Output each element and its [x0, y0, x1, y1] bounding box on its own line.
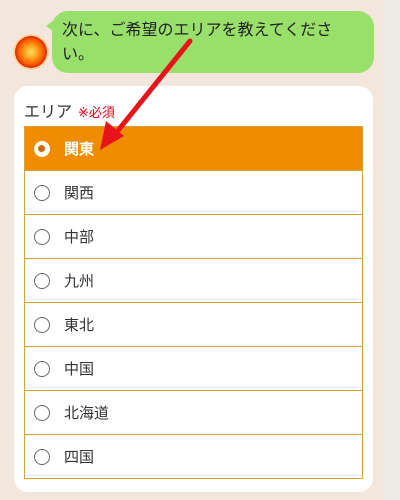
radio-button-icon[interactable] [34, 272, 50, 289]
chat-message-text: 次に、ご希望のエリアを教えてください。 [62, 20, 333, 63]
radio-button-icon[interactable] [34, 404, 50, 421]
option-label: 北海道 [64, 404, 110, 422]
right-edge-strip [384, 0, 400, 500]
option-label: 中部 [64, 228, 95, 246]
radio-button-icon[interactable] [34, 184, 50, 201]
option-label: 中国 [64, 360, 95, 378]
required-mark: ※必須 [78, 106, 115, 121]
radio-button-icon[interactable] [34, 228, 50, 245]
area-option-chugoku[interactable]: 中国 [24, 347, 363, 391]
option-label: 関西 [64, 184, 95, 202]
area-option-kyushu[interactable]: 九州 [24, 259, 363, 303]
option-label: 関東 [64, 140, 95, 158]
area-radio-group: 関東 関西 中部 九州 東北 中国 北海道 四国 [24, 126, 363, 479]
area-option-hokkaido[interactable]: 北海道 [24, 391, 363, 435]
option-label: 九州 [64, 272, 95, 290]
option-label: 東北 [64, 316, 95, 334]
option-label: 四国 [64, 448, 95, 466]
chat-message-bubble: 次に、ご希望のエリアを教えてください。 [52, 11, 374, 73]
area-label-text: エリア [24, 102, 73, 121]
area-option-tohoku[interactable]: 東北 [24, 303, 363, 347]
radio-button-icon[interactable] [34, 140, 50, 157]
area-option-kansai[interactable]: 関西 [24, 171, 363, 215]
area-option-shikoku[interactable]: 四国 [24, 435, 363, 479]
area-option-kanto[interactable]: 関東 [24, 127, 363, 171]
bot-avatar [15, 36, 47, 68]
radio-button-icon[interactable] [34, 360, 50, 377]
radio-button-icon[interactable] [34, 316, 50, 333]
area-option-chubu[interactable]: 中部 [24, 215, 363, 259]
radio-button-icon[interactable] [34, 448, 50, 465]
area-field-label: エリア ※必須 [24, 98, 115, 122]
